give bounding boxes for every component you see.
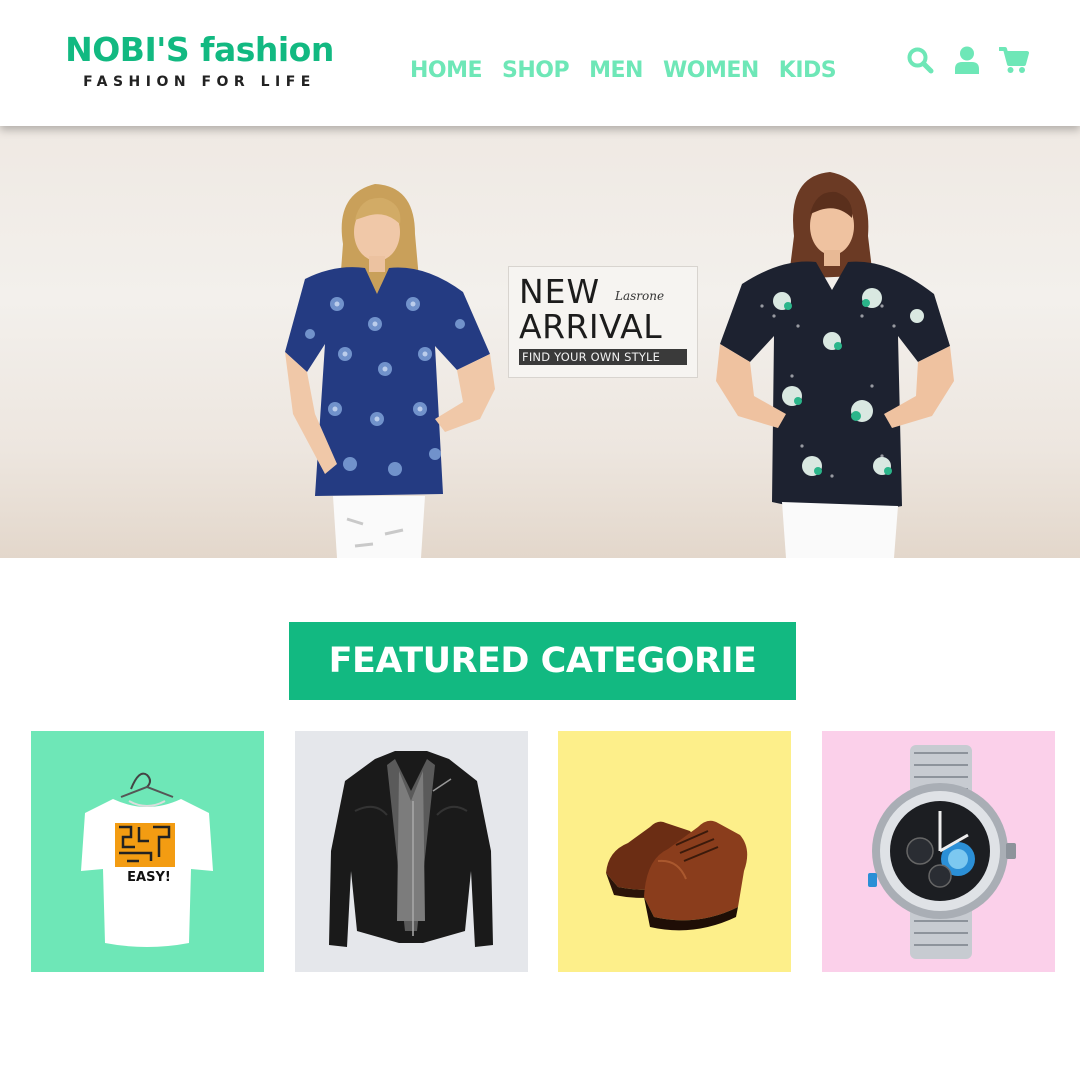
new-arrival-promo: NEW Lasrone ARRIVAL FIND YOUR OWN STYLE: [508, 266, 698, 378]
promo-script-text: Lasrone: [615, 289, 665, 303]
header-icons: [905, 44, 1029, 76]
category-card-shoes[interactable]: [558, 731, 791, 972]
search-icon[interactable]: [905, 44, 935, 76]
jacket-image: [329, 751, 493, 947]
model-image-left: [285, 184, 495, 558]
nav-link-shop[interactable]: SHOP: [502, 58, 570, 83]
tshirt-image: EASY!: [81, 772, 213, 947]
brand-name: NOBI'S fashion: [65, 30, 334, 69]
hero-banner[interactable]: NEW Lasrone ARRIVAL FIND YOUR OWN STYLE: [0, 126, 1080, 558]
featured-categories-title: FEATURED CATEGORIE: [289, 622, 796, 700]
nav-link-men[interactable]: MEN: [589, 58, 643, 83]
nav-link-women[interactable]: WOMEN: [663, 58, 759, 83]
promo-tagline: FIND YOUR OWN STYLE: [519, 349, 687, 365]
brand-tagline: FASHION FOR LIFE: [83, 74, 316, 90]
category-card-tshirt[interactable]: EASY!: [31, 731, 264, 972]
model-image-right: [716, 172, 954, 558]
site-header: NOBI'S fashion FASHION FOR LIFE HOME SHO…: [0, 0, 1080, 126]
nav-link-home[interactable]: HOME: [410, 58, 483, 83]
tshirt-print-text: EASY!: [127, 870, 171, 885]
brand-logo[interactable]: NOBI'S fashion FASHION FOR LIFE: [62, 30, 337, 90]
watch-image: [868, 745, 1016, 959]
category-card-jacket[interactable]: [295, 731, 528, 972]
shoes-image: [606, 820, 748, 931]
promo-arrival-text: ARRIVAL: [519, 307, 663, 346]
user-icon[interactable]: [952, 44, 982, 76]
category-card-watch[interactable]: [822, 731, 1055, 972]
cart-icon[interactable]: [999, 44, 1029, 76]
nav-link-kids[interactable]: KIDS: [779, 58, 837, 83]
main-nav: HOME SHOP MEN WOMEN KIDS: [410, 58, 837, 83]
